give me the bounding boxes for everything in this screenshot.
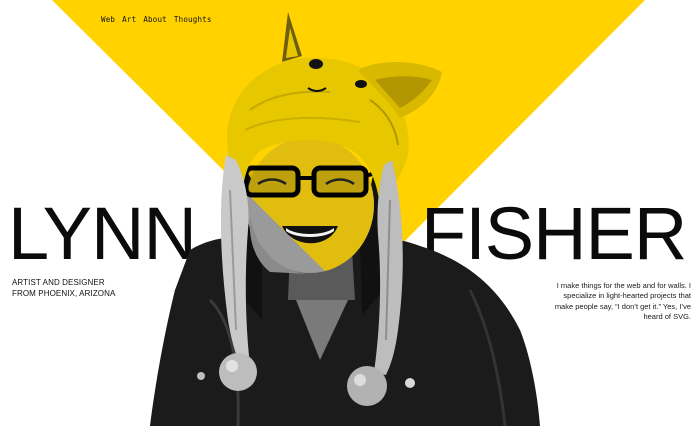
nav-link-about[interactable]: About bbox=[143, 15, 167, 24]
portrait-image bbox=[150, 12, 540, 426]
tagline-line-1: ARTIST AND DESIGNER bbox=[12, 278, 105, 287]
bio-text: I make things for the web and for walls.… bbox=[554, 280, 691, 322]
portrait-pompom-left bbox=[219, 353, 257, 391]
tagline: ARTIST AND DESIGNER FROM PHOENIX, ARIZON… bbox=[12, 277, 115, 299]
main-nav: Web Art About Thoughts bbox=[101, 15, 212, 24]
nav-link-web[interactable]: Web bbox=[101, 15, 115, 24]
nav-link-thoughts[interactable]: Thoughts bbox=[174, 15, 212, 24]
page: Web Art About Thoughts LYNN FISHER ARTIS… bbox=[0, 0, 700, 426]
nav-link-art[interactable]: Art bbox=[122, 15, 136, 24]
portrait-pompom-right bbox=[347, 366, 387, 406]
tagline-line-2: FROM PHOENIX, ARIZONA bbox=[12, 289, 116, 298]
